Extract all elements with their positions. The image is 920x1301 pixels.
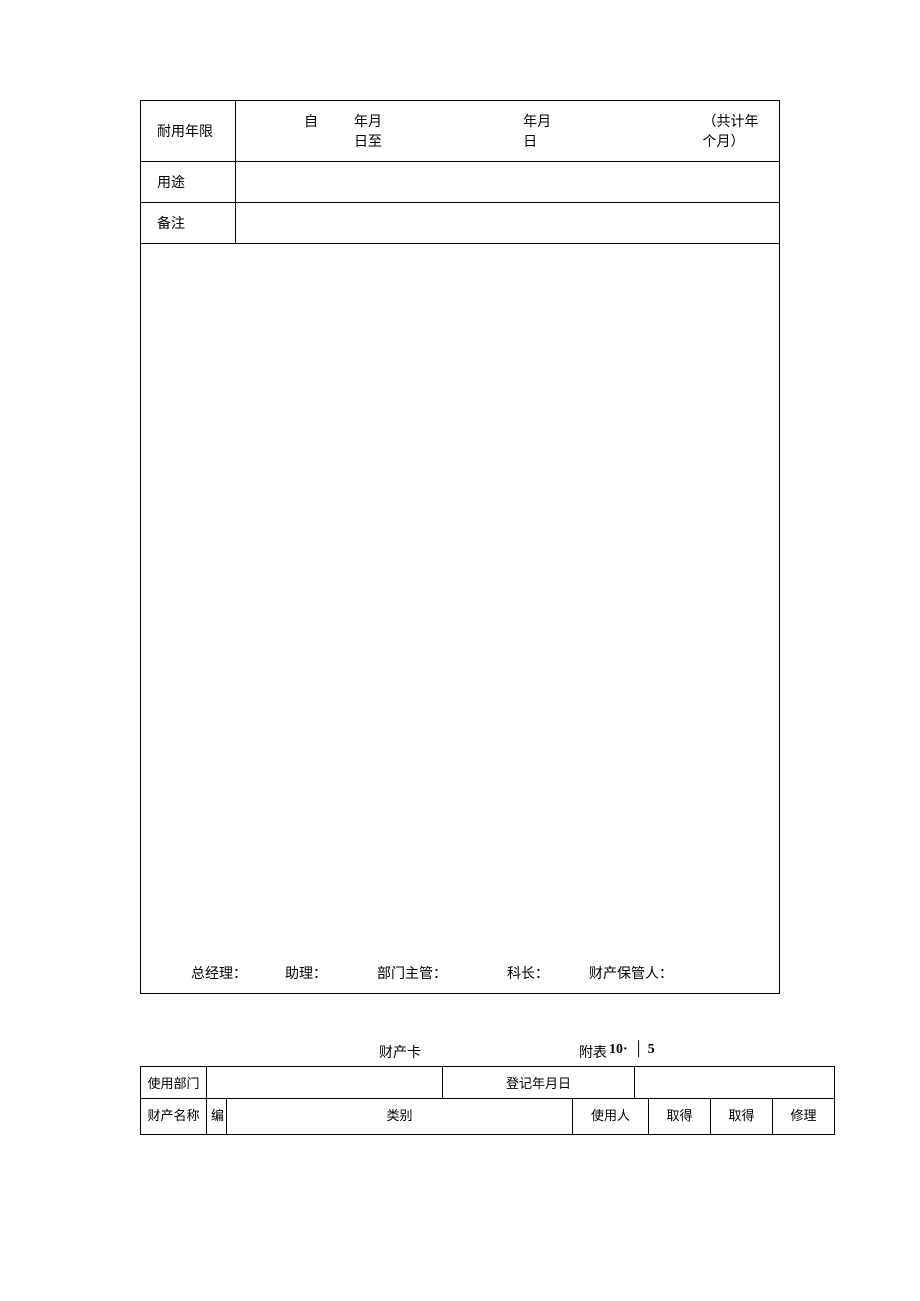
use-dept-value (207, 1067, 443, 1099)
number-label: 编 (207, 1099, 227, 1135)
table-row: 耐用年限 自 年月日至 年月日 （共计年个月） (141, 101, 780, 162)
usage-label: 用途 (141, 162, 236, 203)
ym-to-label: 年月日至 (354, 111, 393, 151)
attach5: 5 (648, 1042, 655, 1062)
manager-label: 总经理： (191, 963, 247, 983)
pipe-separator: │ (634, 1042, 644, 1062)
obtain2-label: 取得 (711, 1099, 773, 1135)
attach-label: 附表 (579, 1042, 607, 1062)
duration-text: 自 年月日至 年月日 （共计年个月） (246, 111, 771, 151)
user-label: 使用人 (573, 1099, 649, 1135)
card-title: 财产卡 (379, 1042, 421, 1062)
durable-years-value: 自 年月日至 年月日 （共计年个月） (236, 101, 780, 162)
usage-value (236, 162, 780, 203)
assistant-label: 助理： (285, 963, 327, 983)
from-label: 自 (304, 111, 318, 151)
use-dept-label: 使用部门 (141, 1067, 207, 1099)
attach-num: 10· (609, 1042, 628, 1062)
remark-label: 备注 (141, 203, 236, 244)
document-page: 耐用年限 自 年月日至 年月日 （共计年个月） 用途 备注 总经理： 助理： 部… (0, 0, 920, 1195)
custodian-label: 财产保管人： (589, 963, 673, 983)
repair-label: 修理 (773, 1099, 835, 1135)
total-label: （共计年个月） (703, 111, 772, 151)
table-row: 使用部门 登记年月日 (141, 1067, 835, 1099)
register-date-label: 登记年月日 (443, 1067, 635, 1099)
card-header: 财产卡 附表 10· │ 5 (140, 1042, 780, 1066)
obtain1-label: 取得 (649, 1099, 711, 1135)
property-card-table: 使用部门 登记年月日 财产名称 编 类别 使用人 取得 取得 修理 (140, 1066, 835, 1135)
table-row: 备注 (141, 203, 780, 244)
category-label: 类别 (227, 1099, 573, 1135)
top-info-table: 耐用年限 自 年月日至 年月日 （共计年个月） 用途 备注 (140, 100, 780, 244)
register-date-value (635, 1067, 835, 1099)
signature-area: 总经理： 助理： 部门主管： 科长： 财产保管人： (140, 244, 780, 994)
property-name-label: 财产名称 (141, 1099, 207, 1135)
remark-value (236, 203, 780, 244)
ym-label: 年月日 (523, 111, 552, 151)
durable-years-label: 耐用年限 (141, 101, 236, 162)
table-row: 用途 (141, 162, 780, 203)
table-row: 财产名称 编 类别 使用人 取得 取得 修理 (141, 1099, 835, 1135)
section-chief-label: 科长： (507, 963, 549, 983)
dept-head-label: 部门主管： (377, 963, 447, 983)
signature-line: 总经理： 助理： 部门主管： 科长： 财产保管人： (141, 963, 779, 983)
